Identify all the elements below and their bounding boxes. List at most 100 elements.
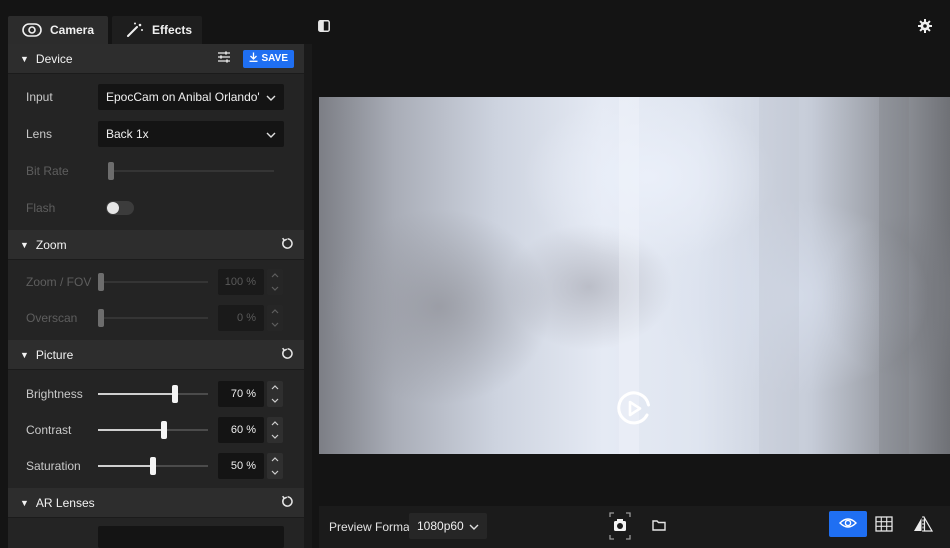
device-section-header[interactable]: ▼ Device SAVE [8, 44, 304, 74]
zoom-section-title: Zoom [35, 237, 67, 252]
chevron-up-icon [271, 457, 279, 462]
brightness-slider[interactable] [98, 384, 208, 404]
flash-label: Flash [26, 201, 56, 215]
save-button-label: SAVE [261, 53, 289, 64]
saturation-row: Saturation 50 % [8, 448, 304, 484]
chevron-down-icon [271, 322, 279, 327]
tab-camera-label: Camera [50, 23, 95, 37]
sliders-icon[interactable] [217, 51, 231, 66]
overscan-label: Overscan [26, 311, 78, 325]
camera-icon [22, 23, 42, 37]
tab-camera[interactable]: Camera [8, 16, 109, 44]
grid-icon[interactable] [875, 516, 893, 535]
overscan-value[interactable]: 0 % [218, 305, 264, 331]
collapse-panel-icon[interactable] [318, 20, 330, 35]
bitrate-slider[interactable] [108, 161, 274, 181]
lens-row: Lens Back 1x [8, 116, 304, 152]
folder-icon[interactable] [652, 519, 666, 534]
contrast-stepper[interactable] [267, 417, 283, 443]
ar-lenses-section-title: AR Lenses [35, 495, 95, 510]
saturation-slider-thumb[interactable] [150, 457, 156, 475]
reset-icon[interactable] [281, 495, 294, 511]
saturation-value[interactable]: 50 % [218, 453, 264, 479]
settings-panel: ▼ Device SAVE Input EpocCam on Anibal Or… [8, 44, 304, 548]
chevron-down-icon [271, 470, 279, 475]
lens-select[interactable]: Back 1x [98, 121, 284, 147]
picture-section-title: Picture [35, 347, 74, 362]
saturation-label: Saturation [26, 459, 81, 473]
panel-scrollbar[interactable] [304, 44, 312, 548]
caret-down-icon: ▼ [20, 497, 29, 508]
magic-wand-icon [126, 22, 144, 38]
chevron-up-icon [271, 385, 279, 390]
ar-lens-select[interactable] [98, 526, 284, 548]
input-select[interactable]: EpocCam on Anibal Orlando's iF [98, 84, 284, 110]
mirror-flip-icon[interactable] [913, 515, 934, 535]
chevron-down-icon [271, 434, 279, 439]
device-section-title: Device [35, 51, 73, 66]
snapshot-camera-icon[interactable] [607, 510, 633, 545]
chevron-down-icon [266, 127, 276, 141]
preview-format-select[interactable]: 1080p60 [409, 513, 487, 539]
chevron-down-icon [271, 398, 279, 403]
chevron-down-icon [266, 90, 276, 104]
brightness-value[interactable]: 70 % [218, 381, 264, 407]
flash-toggle[interactable] [106, 201, 134, 215]
flash-toggle-knob [107, 202, 119, 214]
saturation-stepper[interactable] [267, 453, 283, 479]
caret-down-icon: ▼ [20, 53, 29, 64]
preview-format-value: 1080p60 [417, 519, 464, 533]
lens-select-value: Back 1x [106, 127, 149, 141]
overscan-slider-thumb[interactable] [98, 309, 104, 327]
caret-down-icon: ▼ [20, 349, 29, 360]
chevron-up-icon [271, 309, 279, 314]
chevron-down-icon [469, 519, 479, 533]
camera-preview [319, 97, 950, 454]
zoom-fov-row: Zoom / FOV 100 % [8, 264, 304, 300]
zoom-fov-slider[interactable] [98, 272, 208, 292]
elgato-logo-icon [614, 389, 654, 432]
lens-label: Lens [26, 127, 53, 141]
input-label: Input [26, 90, 53, 104]
device-section-body: Input EpocCam on Anibal Orlando's iF Len… [8, 74, 304, 230]
chevron-up-icon [271, 273, 279, 278]
preview-view-button[interactable] [829, 511, 867, 537]
save-button[interactable]: SAVE [242, 49, 294, 68]
brightness-slider-thumb[interactable] [172, 385, 178, 403]
overscan-stepper[interactable] [267, 305, 283, 331]
ar-lenses-section-body [8, 518, 304, 548]
preview-format-label: Preview Format [329, 520, 414, 534]
bitrate-row: Bit Rate [8, 152, 304, 190]
gear-icon[interactable] [918, 19, 932, 36]
caret-down-icon: ▼ [20, 239, 29, 250]
brightness-stepper[interactable] [267, 381, 283, 407]
bottom-toolbar: Preview Format 1080p60 [319, 506, 950, 548]
tab-effects[interactable]: Effects [112, 16, 203, 44]
download-icon [249, 52, 258, 65]
brightness-row: Brightness 70 % [8, 376, 304, 412]
zoom-fov-value[interactable]: 100 % [218, 269, 264, 295]
contrast-label: Contrast [26, 423, 72, 437]
picture-section-header[interactable]: ▼ Picture [8, 340, 304, 370]
ar-lenses-section-header[interactable]: ▼ AR Lenses [8, 488, 304, 518]
contrast-slider[interactable] [98, 420, 208, 440]
input-row: Input EpocCam on Anibal Orlando's iF [8, 78, 304, 116]
overscan-slider[interactable] [98, 308, 208, 328]
chevron-down-icon [271, 286, 279, 291]
chevron-up-icon [271, 421, 279, 426]
reset-icon[interactable] [281, 237, 294, 253]
contrast-slider-thumb[interactable] [161, 421, 167, 439]
zoom-section-header[interactable]: ▼ Zoom [8, 230, 304, 260]
zoom-fov-slider-thumb[interactable] [98, 273, 104, 291]
tab-effects-label: Effects [152, 23, 193, 37]
contrast-row: Contrast 60 % [8, 412, 304, 448]
saturation-slider[interactable] [98, 456, 208, 476]
zoom-section-body: Zoom / FOV 100 % Overscan 0 % [8, 260, 304, 340]
contrast-value[interactable]: 60 % [218, 417, 264, 443]
zoom-fov-stepper[interactable] [267, 269, 283, 295]
picture-section-body: Brightness 70 % Contrast 60 % Saturation… [8, 370, 304, 488]
bitrate-slider-thumb[interactable] [108, 162, 114, 180]
reset-icon[interactable] [281, 347, 294, 363]
input-select-value: EpocCam on Anibal Orlando's iF [106, 90, 260, 104]
bitrate-label: Bit Rate [26, 164, 69, 178]
